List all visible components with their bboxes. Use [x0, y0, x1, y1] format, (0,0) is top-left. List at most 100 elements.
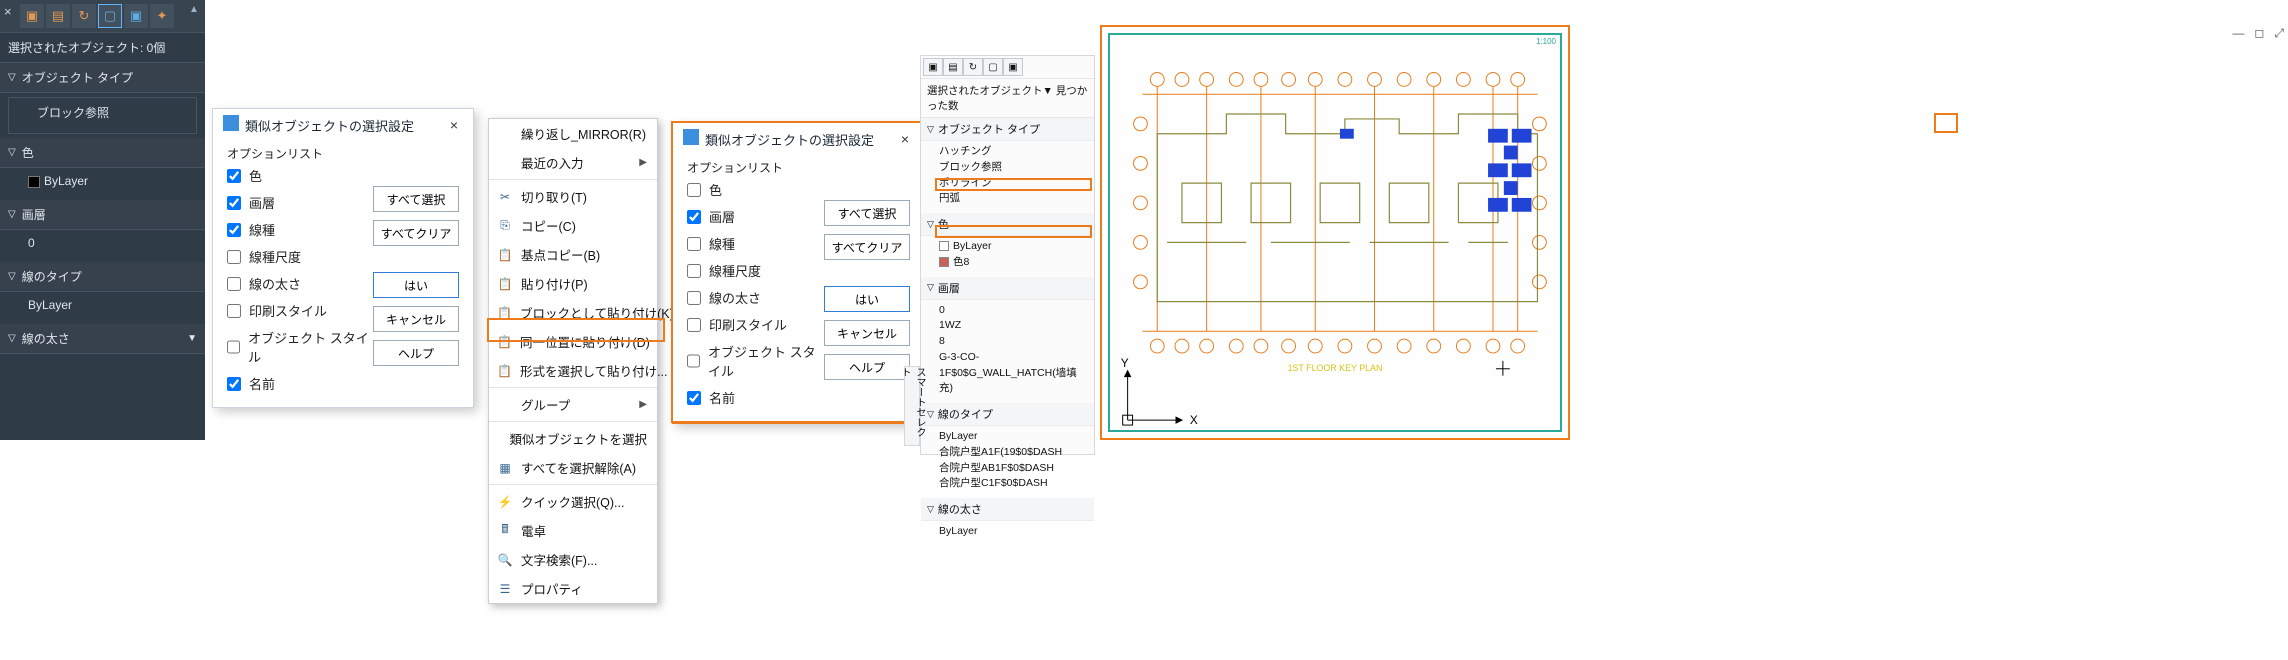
- menu-item[interactable]: ⎘コピー(C): [489, 211, 657, 240]
- list-item[interactable]: 8: [939, 334, 1088, 350]
- menu-item[interactable]: 📋基点コピー(B): [489, 240, 657, 269]
- cancel-button[interactable]: キャンセル: [373, 306, 459, 332]
- option-checkbox[interactable]: [687, 291, 701, 305]
- select-icon[interactable]: ▢: [983, 58, 1003, 76]
- option-row[interactable]: 名前: [687, 388, 824, 407]
- section-linetype[interactable]: ▽線のタイプ: [921, 403, 1094, 426]
- option-row[interactable]: 線の太さ: [227, 274, 373, 293]
- yes-button[interactable]: はい: [373, 272, 459, 298]
- list-item[interactable]: 円弧: [939, 191, 1088, 207]
- menu-item[interactable]: 類似オブジェクトを選択: [489, 424, 657, 453]
- menu-item[interactable]: 🔍文字検索(F)...: [489, 545, 657, 574]
- option-checkbox[interactable]: [687, 183, 701, 197]
- option-row[interactable]: 色: [687, 180, 824, 199]
- filter-icon[interactable]: ▤: [943, 58, 963, 76]
- option-checkbox[interactable]: [227, 377, 241, 391]
- option-checkbox[interactable]: [227, 340, 240, 354]
- option-checkbox[interactable]: [687, 237, 701, 251]
- select-similar-icon[interactable]: ▢: [98, 4, 122, 28]
- menu-item[interactable]: 🖩電卓: [489, 516, 657, 545]
- menu-item[interactable]: グループ▶: [489, 390, 657, 419]
- option-row[interactable]: 色: [227, 166, 373, 185]
- help-button[interactable]: ヘルプ: [373, 340, 459, 366]
- section-linetype[interactable]: ▽ 線のタイプ: [0, 262, 205, 292]
- option-row[interactable]: オブジェクト スタイル: [227, 328, 373, 366]
- option-row[interactable]: オブジェクト スタイル: [687, 342, 824, 380]
- option-checkbox[interactable]: [227, 304, 241, 318]
- close-button[interactable]: ×: [445, 116, 463, 134]
- section-lineweight[interactable]: ▽線の太さ: [921, 498, 1094, 521]
- filter-select-icon[interactable]: ▣: [20, 4, 44, 28]
- section-object-type[interactable]: ▽オブジェクト タイプ: [921, 118, 1094, 141]
- list-item[interactable]: ブロック参照: [939, 160, 1088, 176]
- option-row[interactable]: 画層: [687, 207, 824, 226]
- close-icon[interactable]: ×: [4, 4, 12, 19]
- list-item[interactable]: 合院户型AB1F$0$DASH: [939, 461, 1088, 477]
- settings-icon[interactable]: ✦: [150, 4, 174, 28]
- list-item[interactable]: ハッチング: [939, 144, 1088, 160]
- option-row[interactable]: 線種: [227, 220, 373, 239]
- option-row[interactable]: 印刷スタイル: [687, 315, 824, 334]
- section-color[interactable]: ▽色: [921, 213, 1094, 236]
- option-row[interactable]: 線種: [687, 234, 824, 253]
- option-checkbox[interactable]: [687, 318, 701, 332]
- smart-select-side-tab[interactable]: スマートセレクト: [904, 366, 920, 446]
- list-item[interactable]: ByLayer: [939, 524, 1088, 540]
- menu-item[interactable]: ✂切り取り(T): [489, 182, 657, 211]
- menu-item[interactable]: 📋形式を選択して貼り付け...: [489, 356, 657, 385]
- section-object-type[interactable]: ▽ オブジェクト タイプ ▲: [0, 63, 205, 93]
- filter-icon[interactable]: ▣: [923, 58, 943, 76]
- max-icon[interactable]: ⤢: [2274, 26, 2284, 41]
- clear-all-button[interactable]: すべてクリア: [373, 220, 459, 246]
- option-row[interactable]: 名前: [227, 374, 373, 393]
- option-checkbox[interactable]: [227, 223, 241, 237]
- select-all-button[interactable]: すべて選択: [373, 186, 459, 212]
- list-item[interactable]: ByLayer: [939, 239, 1088, 255]
- option-row[interactable]: 画層: [227, 193, 373, 212]
- option-checkbox[interactable]: [687, 391, 701, 405]
- option-row[interactable]: 線種尺度: [687, 261, 824, 280]
- list-item[interactable]: G-3-CO-1F$0$G_WALL_HATCH(墙填充): [939, 350, 1088, 397]
- min-icon[interactable]: —: [2232, 26, 2244, 41]
- menu-item[interactable]: ⚡クイック選択(Q)...: [489, 487, 657, 516]
- list-item[interactable]: 色8: [939, 255, 1088, 271]
- list-item[interactable]: 1WZ: [939, 318, 1088, 334]
- list-item[interactable]: ByLayer: [939, 429, 1088, 445]
- option-checkbox[interactable]: [227, 196, 241, 210]
- menu-item[interactable]: 📋同一位置に貼り付け(D): [489, 327, 657, 356]
- reset-icon[interactable]: ↻: [963, 58, 983, 76]
- menu-item[interactable]: 最近の入力▶: [489, 148, 657, 177]
- list-item[interactable]: 合院户型C1F$0$DASH: [939, 476, 1088, 492]
- menu-item[interactable]: ☰プロパティ: [489, 574, 657, 603]
- option-checkbox[interactable]: [687, 264, 701, 278]
- select-similar-icon[interactable]: ▣: [1003, 58, 1023, 76]
- menu-item[interactable]: 📋貼り付け(P): [489, 269, 657, 298]
- option-checkbox[interactable]: [227, 169, 241, 183]
- reset-icon[interactable]: ↻: [72, 4, 96, 28]
- list-item[interactable]: ポリライン: [939, 176, 1088, 192]
- option-row[interactable]: 線の太さ: [687, 288, 824, 307]
- option-checkbox[interactable]: [227, 250, 241, 264]
- restore-icon[interactable]: ◻: [2254, 26, 2264, 41]
- menu-item[interactable]: ▦すべてを選択解除(A): [489, 453, 657, 482]
- cancel-button[interactable]: キャンセル: [824, 320, 910, 346]
- option-row[interactable]: 印刷スタイル: [227, 301, 373, 320]
- menu-item[interactable]: 繰り返し_MIRROR(R): [489, 119, 657, 148]
- option-checkbox[interactable]: [227, 277, 241, 291]
- option-checkbox[interactable]: [687, 354, 700, 368]
- close-button[interactable]: ×: [896, 130, 914, 148]
- section-layer[interactable]: ▽ 画層: [0, 200, 205, 230]
- list-item[interactable]: 合院户型A1F(19$0$DASH: [939, 445, 1088, 461]
- select-similar2-icon[interactable]: ▣: [124, 4, 148, 28]
- menu-item[interactable]: 📋ブロックとして貼り付け(K): [489, 298, 657, 327]
- option-row[interactable]: 線種尺度: [227, 247, 373, 266]
- yes-button[interactable]: はい: [824, 286, 910, 312]
- select-all-button[interactable]: すべて選択: [824, 200, 910, 226]
- option-checkbox[interactable]: [687, 210, 701, 224]
- clear-all-button[interactable]: すべてクリア: [824, 234, 910, 260]
- section-color[interactable]: ▽ 色: [0, 138, 205, 168]
- list-item[interactable]: 0: [939, 303, 1088, 319]
- section-lineweight[interactable]: ▽ 線の太さ ▼: [0, 324, 205, 354]
- section-layer[interactable]: ▽画層: [921, 277, 1094, 300]
- filter-deselect-icon[interactable]: ▤: [46, 4, 70, 28]
